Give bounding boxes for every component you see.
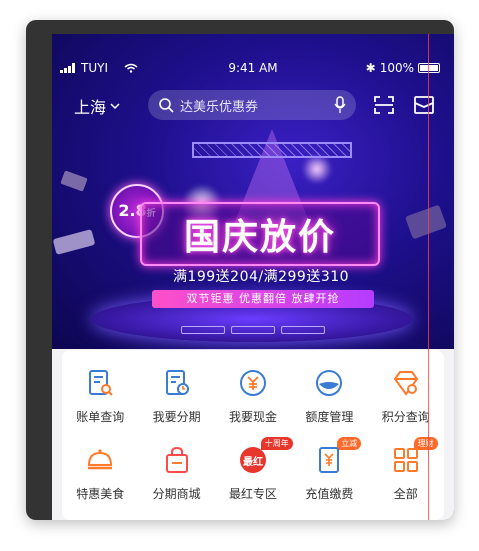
city-selector[interactable]: 上海 xyxy=(74,94,120,118)
menu-item-label: 充值缴费 xyxy=(305,487,354,501)
search-bar[interactable]: 达美乐优惠券 xyxy=(148,90,356,120)
design-guideline-vertical xyxy=(428,34,429,520)
menu-item-label: 分期商城 xyxy=(152,487,201,501)
bluetooth-icon: ✱ xyxy=(365,61,376,75)
banner-title: 国庆放价 xyxy=(183,216,336,258)
menu-item-label: 最红专区 xyxy=(228,487,277,501)
menu-item-limit[interactable]: 额度管理 xyxy=(291,368,367,425)
search-icon xyxy=(159,98,174,113)
banner-sub-promo: 双节钜惠 优惠翻倍 放肆开抢 xyxy=(152,290,374,308)
city-name: 上海 xyxy=(74,98,107,117)
menu-item-label: 账单查询 xyxy=(76,410,125,424)
menu-item-food[interactable]: 特惠美食 xyxy=(62,445,138,502)
menu-item-installment[interactable]: 我要分期 xyxy=(138,368,214,425)
microphone-icon[interactable] xyxy=(334,96,346,114)
menu-item-label: 全部 xyxy=(393,487,418,501)
scan-icon[interactable] xyxy=(374,96,394,114)
menu-item-recharge[interactable]: 立减 充值缴费 xyxy=(291,437,367,502)
installment-icon xyxy=(165,370,189,395)
points-icon xyxy=(393,371,419,396)
recharge-icon xyxy=(319,447,340,473)
phone-screen: 2.8折 国庆放价 满199送204/满299送310 双节钜惠 优惠翻倍 放肆… xyxy=(52,34,454,520)
menu-item-label: 额度管理 xyxy=(305,410,354,424)
menu-item-label: 积分查询 xyxy=(381,410,430,424)
search-placeholder: 达美乐优惠券 xyxy=(180,99,259,115)
menu-item-label: 特惠美食 xyxy=(76,487,125,501)
all-icon xyxy=(393,448,418,472)
phone-frame: 2.8折 国庆放价 满199送204/满299送310 双节钜惠 优惠翻倍 放肆… xyxy=(26,20,454,520)
battery-percent: 100% xyxy=(379,61,414,75)
mall-icon xyxy=(165,446,188,473)
bill-search-icon xyxy=(89,370,113,396)
message-icon[interactable] xyxy=(414,96,434,114)
menu-item-hot-zone[interactable]: 十周年 最红 最红专区 xyxy=(215,437,293,502)
hero-banner[interactable]: 2.8折 国庆放价 满199送204/满299送310 双节钜惠 优惠翻倍 放肆… xyxy=(52,34,454,349)
quick-menu-card: 账单查询 我要分期 我要现金 额度管理 积分查询 特惠美食 分期商城 十周年 最… xyxy=(62,350,444,520)
stage-truss xyxy=(192,142,352,158)
menu-item-label: 我要现金 xyxy=(228,410,277,424)
menu-item-bill-search[interactable]: 账单查询 xyxy=(62,368,138,425)
battery-icon xyxy=(418,63,440,73)
status-bar: TUYI 9:41 AM ✱ 100% xyxy=(52,58,454,80)
menu-item-all[interactable]: 理财 全部 xyxy=(368,437,444,502)
top-bar: 上海 达美乐优惠券 xyxy=(52,88,454,124)
menu-item-label: 我要分期 xyxy=(152,410,201,424)
menu-item-points[interactable]: 积分查询 xyxy=(368,368,444,425)
stage-rail xyxy=(134,326,372,334)
limit-icon xyxy=(316,370,343,396)
chevron-down-icon xyxy=(110,103,120,110)
hot-zone-icon-text: 最红 xyxy=(242,457,263,468)
cash-icon xyxy=(239,370,266,396)
food-icon xyxy=(88,449,113,470)
menu-item-cash[interactable]: 我要现金 xyxy=(215,368,291,425)
banner-promo-line: 满199送204/满299送310 xyxy=(172,269,350,285)
banner-title-box: 国庆放价 xyxy=(140,202,380,266)
quick-menu-grid: 账单查询 我要分期 我要现金 额度管理 积分查询 特惠美食 分期商城 十周年 最… xyxy=(62,368,444,502)
menu-item-mall[interactable]: 分期商城 xyxy=(138,445,214,502)
